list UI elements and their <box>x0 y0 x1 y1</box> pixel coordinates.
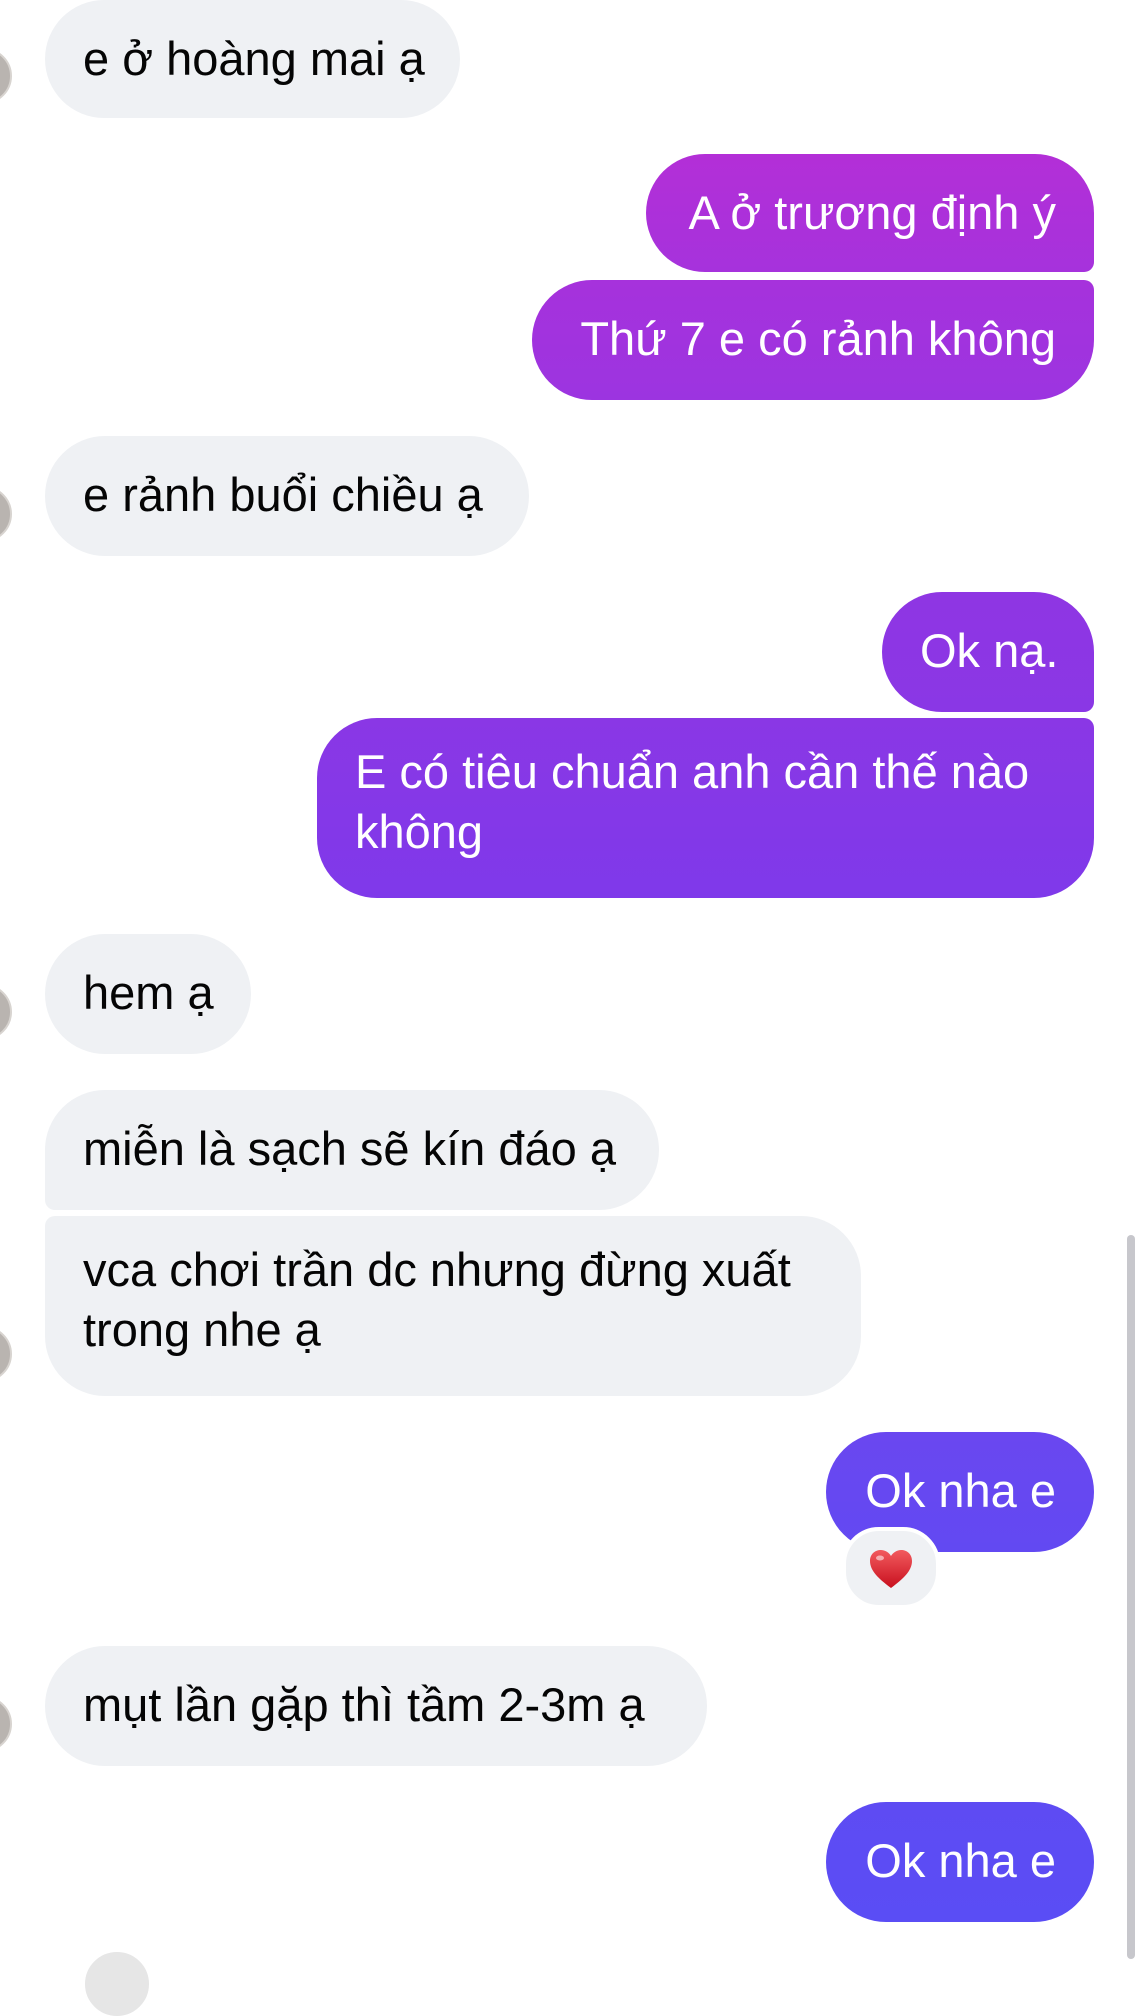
message-text: hem ạ <box>83 966 214 1019</box>
message-text: E có tiêu chuẩn anh cần thế nào không <box>355 745 1030 858</box>
contact-avatar[interactable] <box>0 486 12 542</box>
message-bubble-incoming[interactable]: vca chơi trần dc nhưng đừng xuất trong n… <box>45 1216 861 1396</box>
message-bubble-incoming[interactable]: miễn là sạch sẽ kín đáo ạ <box>45 1090 659 1210</box>
contact-avatar[interactable] <box>0 1696 12 1752</box>
message-bubble-outgoing[interactable]: A ở trương định ý <box>646 154 1094 272</box>
message-text: mụt lần gặp thì tầm 2-3m ạ <box>83 1678 645 1731</box>
contact-avatar[interactable] <box>85 1952 149 2016</box>
scrollbar[interactable] <box>1127 1235 1135 1959</box>
message-text: A ở trương định ý <box>688 186 1056 239</box>
message-text: Ok nha e <box>865 1464 1056 1517</box>
message-bubble-incoming[interactable]: mụt lần gặp thì tầm 2-3m ạ <box>45 1646 707 1766</box>
message-text: e rảnh buổi chiều ạ <box>83 468 483 521</box>
message-bubble-incoming[interactable]: e rảnh buổi chiều ạ <box>45 436 529 556</box>
heart-icon <box>870 1550 912 1588</box>
message-reaction[interactable] <box>842 1527 940 1609</box>
message-bubble-outgoing[interactable]: Ok nạ. <box>882 592 1094 712</box>
message-text: Thứ 7 e có rảnh không <box>580 312 1056 365</box>
contact-avatar[interactable] <box>0 984 12 1040</box>
message-bubble-outgoing[interactable]: E có tiêu chuẩn anh cần thế nào không <box>317 718 1094 898</box>
message-text: miễn là sạch sẽ kín đáo ạ <box>83 1122 616 1175</box>
message-text: Ok nạ. <box>920 624 1059 677</box>
chat-thread: e ở hoàng mai ạ A ở trương định ý Thứ 7 … <box>0 0 1144 2016</box>
message-bubble-incoming[interactable]: hem ạ <box>45 934 251 1054</box>
message-bubble-outgoing[interactable]: Ok nha e <box>826 1802 1094 1922</box>
message-bubble-outgoing[interactable]: Thứ 7 e có rảnh không <box>532 280 1094 400</box>
message-text: e ở hoàng mai ạ <box>83 32 425 85</box>
message-text: vca chơi trần dc nhưng đừng xuất trong n… <box>83 1243 791 1356</box>
message-bubble-incoming[interactable]: e ở hoàng mai ạ <box>45 0 460 118</box>
message-text: Ok nha e <box>865 1834 1056 1887</box>
contact-avatar[interactable] <box>0 1326 12 1382</box>
contact-avatar[interactable] <box>0 48 12 104</box>
